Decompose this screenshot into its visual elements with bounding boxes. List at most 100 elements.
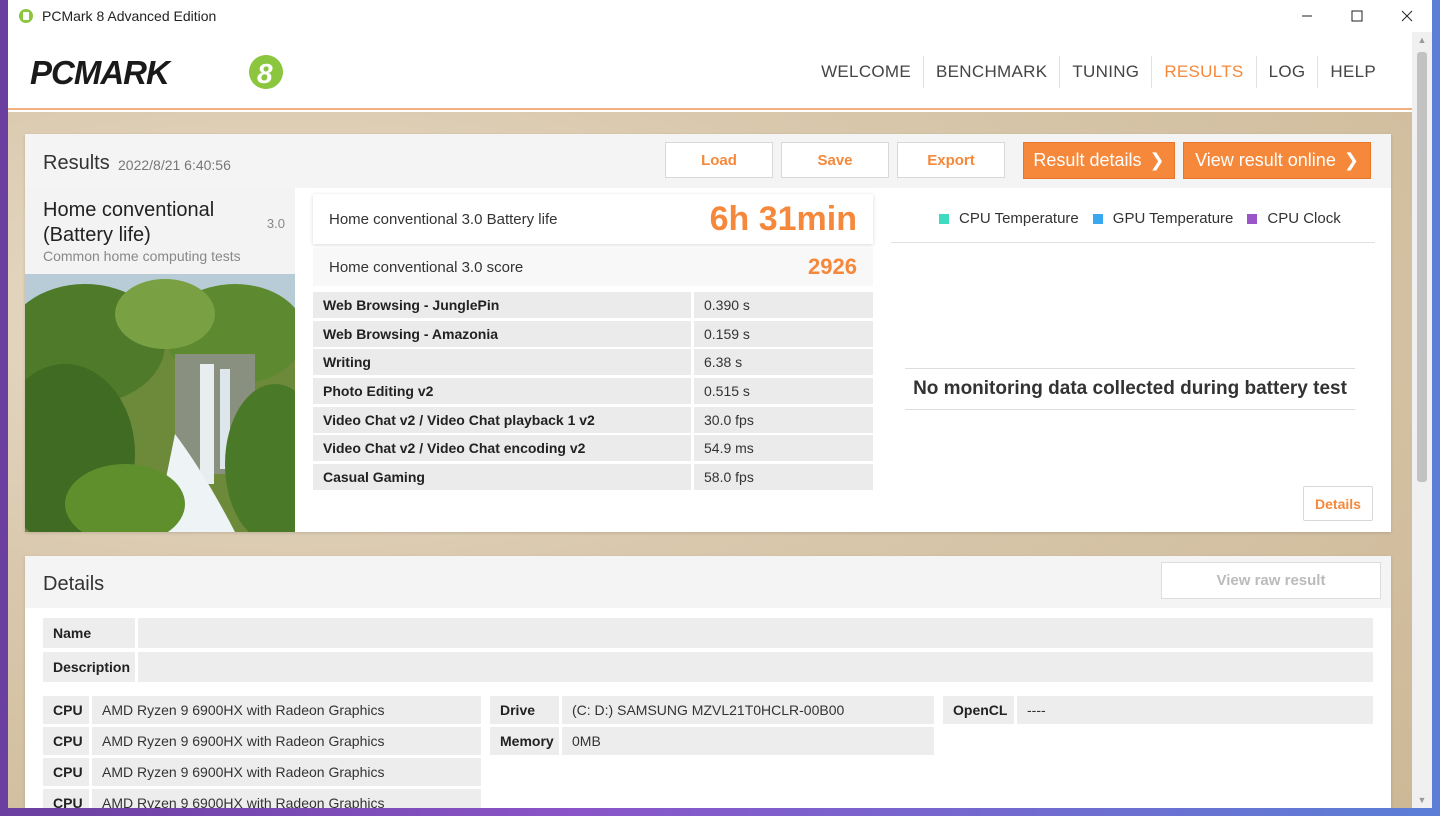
results-header: Results 2022/8/21 6:40:56 Load Save Expo… (25, 134, 1391, 188)
table-row: Writing 6.38 s (313, 349, 873, 376)
legend-cpu-clock[interactable]: CPU Clock (1247, 210, 1341, 227)
name-row: Name (43, 618, 1373, 648)
table-row: Photo Editing v2 0.515 s (313, 378, 873, 405)
minimize-button[interactable] (1282, 0, 1332, 32)
divider (891, 242, 1375, 243)
table-row: Casual Gaming 58.0 fps (313, 464, 873, 491)
subtest-value: 0.159 s (694, 320, 873, 347)
load-button[interactable]: Load (665, 142, 773, 178)
nav-help[interactable]: HELP (1317, 56, 1388, 88)
score-value: 2926 (808, 254, 857, 279)
scores-section: Home conventional 3.0 Battery life 6h 31… (313, 194, 873, 493)
memory-row: Memory 0MB (490, 727, 934, 755)
subtest-value: 0.390 s (694, 292, 873, 318)
export-button[interactable]: Export (897, 142, 1005, 178)
legend-swatch (1092, 213, 1103, 224)
results-panel: Results 2022/8/21 6:40:56 Load Save Expo… (25, 134, 1391, 532)
maximize-icon (1351, 10, 1363, 22)
subtest-name: Photo Editing v2 (313, 378, 691, 405)
save-button[interactable]: Save (781, 142, 889, 178)
table-row: Web Browsing - Amazonia 0.159 s (313, 320, 873, 347)
cpu-value: AMD Ryzen 9 6900HX with Radeon Graphics (92, 727, 481, 755)
cpu-value: AMD Ryzen 9 6900HX with Radeon Graphics (92, 789, 481, 808)
main-nav: WELCOME BENCHMARK TUNING RESULTS LOG HEL… (809, 56, 1388, 88)
cpu-label: CPU (43, 789, 89, 808)
monitoring-legend: CPU Temperature GPU Temperature CPU Cloc… (939, 210, 1355, 227)
pcmark-app-icon (19, 9, 33, 23)
chevron-right-icon: ❯ (1149, 150, 1165, 170)
table-row: Web Browsing - JunglePin 0.390 s (313, 292, 873, 318)
maximize-button[interactable] (1332, 0, 1382, 32)
legend-cpu-temperature[interactable]: CPU Temperature (939, 210, 1079, 227)
subtest-value: 6.38 s (694, 349, 873, 376)
nav-tuning[interactable]: TUNING (1059, 56, 1151, 88)
test-name: Home conventional (Battery life) (43, 199, 215, 246)
description-value (138, 652, 1373, 682)
cpu-row: CPU AMD Ryzen 9 6900HX with Radeon Graph… (43, 758, 481, 786)
scroll-thumb[interactable] (1417, 52, 1427, 482)
storage-column: Drive (C: D:) SAMSUNG MZVL21T0HCLR-00B00… (490, 696, 934, 758)
monitoring-panel: CPU Temperature GPU Temperature CPU Cloc… (891, 188, 1391, 532)
pcmark-logo: PCMARK 8 (30, 54, 283, 91)
battery-life-score: Home conventional 3.0 Battery life 6h 31… (313, 194, 873, 244)
subtest-value: 54.9 ms (694, 435, 873, 462)
drive-label: Drive (490, 696, 559, 724)
overall-score: Home conventional 3.0 score 2926 (313, 248, 873, 286)
legend-swatch (939, 213, 949, 224)
close-button[interactable] (1382, 0, 1432, 32)
chevron-right-icon: ❯ (1343, 150, 1359, 170)
legend-gpu-temperature[interactable]: GPU Temperature (1092, 210, 1234, 227)
memory-value: 0MB (562, 727, 934, 755)
drive-row: Drive (C: D:) SAMSUNG MZVL21T0HCLR-00B00 (490, 696, 934, 724)
nav-welcome[interactable]: WELCOME (809, 56, 923, 88)
subtest-name: Web Browsing - Amazonia (313, 320, 691, 347)
memory-label: Memory (490, 727, 559, 755)
opencl-label: OpenCL (943, 696, 1014, 724)
subtest-value: 0.515 s (694, 378, 873, 405)
window-title: PCMark 8 Advanced Edition (42, 8, 217, 24)
view-raw-result-button[interactable]: View raw result (1161, 562, 1381, 599)
table-row: Video Chat v2 / Video Chat encoding v2 5… (313, 435, 873, 462)
scroll-up-icon[interactable]: ▲ (1412, 32, 1432, 48)
nav-log[interactable]: LOG (1255, 56, 1318, 88)
cpu-value: AMD Ryzen 9 6900HX with Radeon Graphics (92, 696, 481, 724)
monitoring-details-button[interactable]: Details (1303, 486, 1373, 521)
close-icon (1401, 10, 1413, 22)
subtest-name: Video Chat v2 / Video Chat encoding v2 (313, 435, 691, 462)
drive-value: (C: D:) SAMSUNG MZVL21T0HCLR-00B00 (562, 696, 934, 724)
waterfall-image (25, 274, 295, 532)
description-row: Description (43, 652, 1373, 682)
opencl-row: OpenCL ---- (943, 696, 1373, 724)
svg-text:8: 8 (257, 58, 273, 89)
details-title: Details (43, 573, 105, 595)
cpu-row: CPU AMD Ryzen 9 6900HX with Radeon Graph… (43, 727, 481, 755)
subtest-value: 30.0 fps (694, 406, 873, 433)
title-bar: PCMark 8 Advanced Edition (8, 0, 1432, 32)
cpu-row: CPU AMD Ryzen 9 6900HX with Radeon Graph… (43, 789, 481, 808)
cpu-label: CPU (43, 758, 89, 786)
view-online-label: View result online (1195, 150, 1336, 170)
legend-label: CPU Clock (1267, 210, 1341, 227)
test-card: Home conventional (Battery life) 3.0 Com… (25, 188, 295, 532)
results-date: 2022/8/21 6:40:56 (118, 157, 231, 173)
vertical-scrollbar[interactable]: ▲ ▼ (1412, 32, 1432, 808)
result-details-button[interactable]: Result details ❯ (1023, 142, 1175, 179)
score-label: Home conventional 3.0 score (329, 258, 524, 276)
content-area: Results 2022/8/21 6:40:56 Load Save Expo… (8, 112, 1412, 808)
scroll-down-icon[interactable]: ▼ (1412, 792, 1432, 808)
battery-life-value: 6h 31min (709, 199, 857, 238)
subtest-name: Writing (313, 349, 691, 376)
cpu-value: AMD Ryzen 9 6900HX with Radeon Graphics (92, 758, 481, 786)
legend-swatch (1247, 213, 1258, 224)
table-row: Video Chat v2 / Video Chat playback 1 v2… (313, 406, 873, 433)
cpu-label: CPU (43, 696, 89, 724)
view-result-online-button[interactable]: View result online ❯ (1183, 142, 1371, 179)
nav-results[interactable]: RESULTS (1151, 56, 1255, 88)
battery-life-label: Home conventional 3.0 Battery life (329, 210, 558, 228)
nav-benchmark[interactable]: BENCHMARK (923, 56, 1059, 88)
subtest-name: Video Chat v2 / Video Chat playback 1 v2 (313, 406, 691, 433)
test-description: Common home computing tests (43, 248, 241, 264)
cpu-row: CPU AMD Ryzen 9 6900HX with Radeon Graph… (43, 696, 481, 724)
opencl-column: OpenCL ---- (943, 696, 1373, 727)
legend-label: GPU Temperature (1112, 210, 1234, 227)
